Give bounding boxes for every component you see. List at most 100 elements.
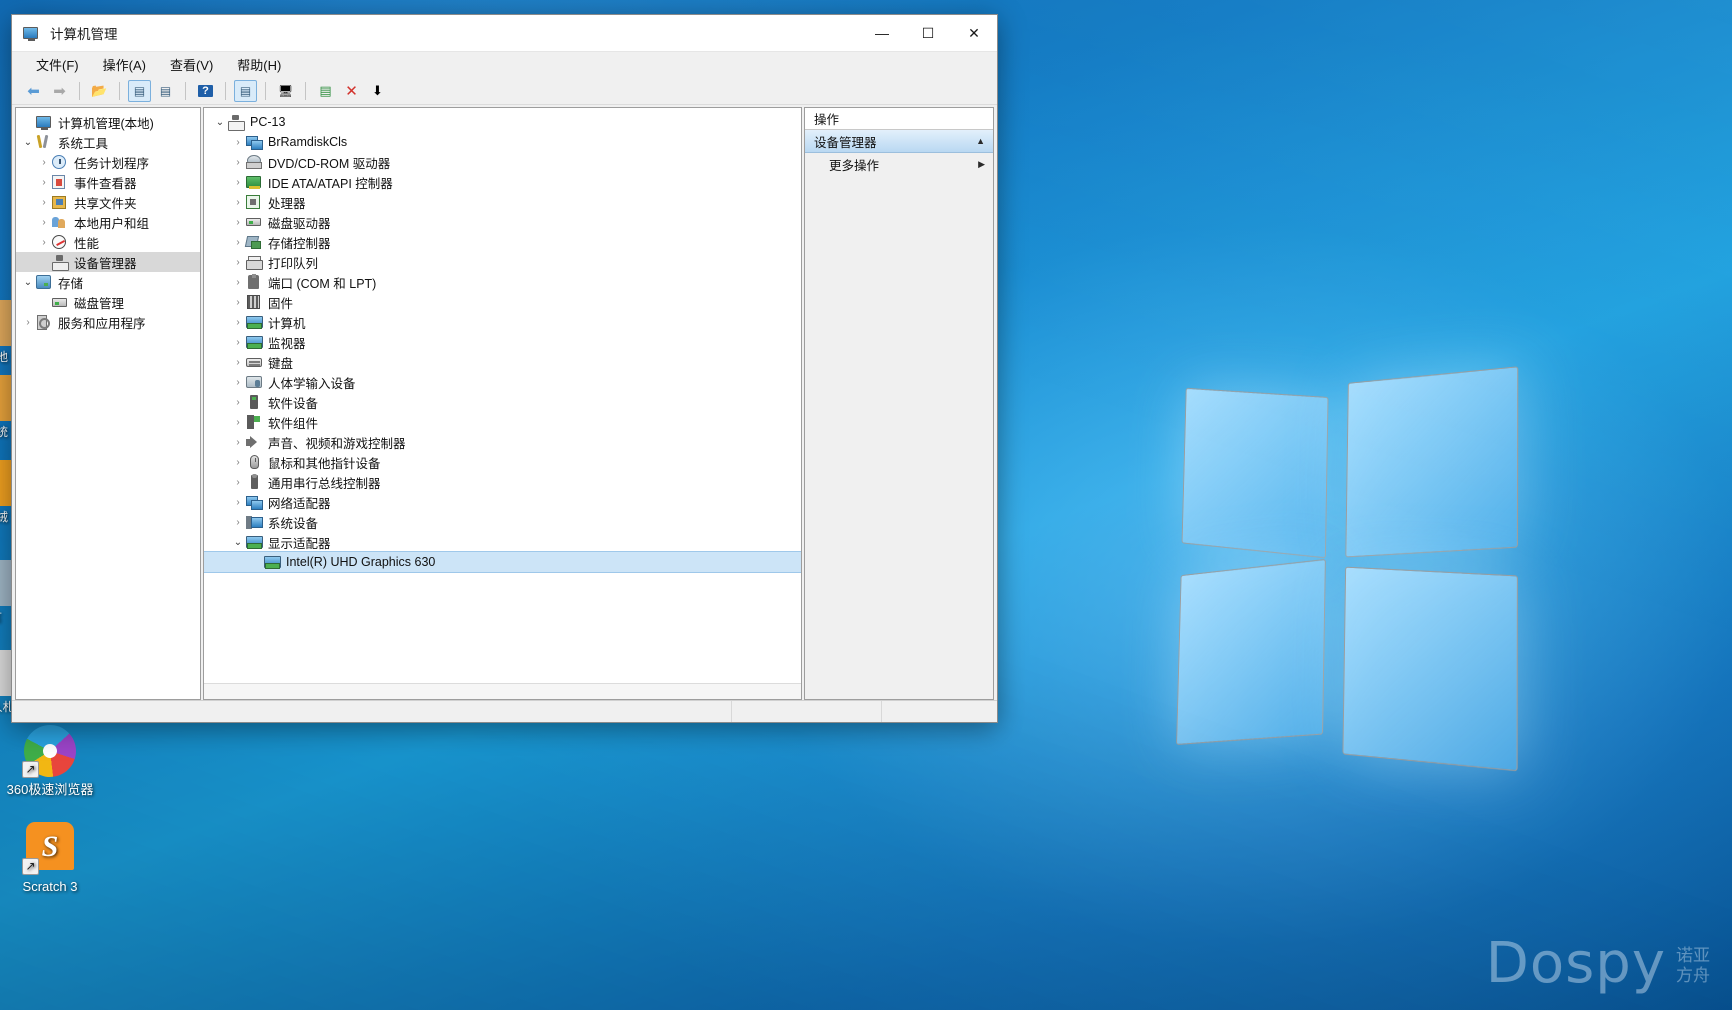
chevron-down-icon[interactable]: ⌄: [230, 537, 246, 548]
tree-item[interactable]: › 服务和应用程序: [16, 312, 200, 332]
tree-item[interactable]: › 软件组件: [204, 412, 801, 432]
tree-item[interactable]: › 软件设备: [204, 392, 801, 412]
chevron-right-icon[interactable]: ›: [230, 237, 246, 248]
device-tree-pane: ⌄ PC-13 › BrRamdiskCls › DVD/CD-ROM 驱动器 › IDE A…: [203, 107, 802, 700]
menu-view[interactable]: 查看(V): [160, 52, 223, 77]
chevron-down-icon[interactable]: ⌄: [212, 117, 228, 128]
chevron-right-icon[interactable]: ›: [230, 397, 246, 408]
tree-item[interactable]: ⌄ 显示适配器: [204, 532, 801, 552]
tree-item[interactable]: 设备管理器: [16, 252, 200, 272]
close-button[interactable]: ✕: [951, 15, 997, 51]
help-icon[interactable]: ?: [194, 80, 217, 102]
chevron-right-icon[interactable]: ›: [230, 437, 246, 448]
tree-item[interactable]: ⌄ 系统工具: [16, 132, 200, 152]
chevron-right-icon[interactable]: ›: [230, 257, 246, 268]
tree-item-label: 鼠标和其他指针设备: [268, 456, 381, 471]
tree-item[interactable]: › 共享文件夹: [16, 192, 200, 212]
update-driver-icon[interactable]: ▤: [314, 80, 337, 102]
chevron-right-icon[interactable]: ›: [230, 477, 246, 488]
chevron-right-icon[interactable]: ›: [20, 317, 36, 328]
tree-item[interactable]: › 磁盘驱动器: [204, 212, 801, 232]
window-titlebar[interactable]: 计算机管理 — ☐ ✕: [12, 15, 997, 52]
chevron-right-icon[interactable]: ›: [36, 197, 52, 208]
tree-item[interactable]: › 声音、视频和游戏控制器: [204, 432, 801, 452]
properties-icon[interactable]: ▤: [154, 80, 177, 102]
chevron-down-icon[interactable]: ⌄: [20, 277, 36, 288]
tree-item[interactable]: › 键盘: [204, 352, 801, 372]
chevron-right-icon[interactable]: ›: [36, 217, 52, 228]
horizontal-scrollbar[interactable]: [204, 683, 801, 699]
tree-item[interactable]: › 任务计划程序: [16, 152, 200, 172]
tree-item[interactable]: › 性能: [16, 232, 200, 252]
status-bar-cell-2: [882, 701, 997, 722]
tree-item[interactable]: › 存储控制器: [204, 232, 801, 252]
chevron-right-icon[interactable]: ›: [230, 377, 246, 388]
tree-item[interactable]: ⌄ PC-13: [204, 112, 801, 132]
chevron-right-icon[interactable]: ›: [36, 177, 52, 188]
back-icon[interactable]: ⬅: [22, 80, 45, 102]
show-details-icon[interactable]: ▤: [234, 79, 257, 102]
desktop-icon-360-browser[interactable]: ↗ 360极速浏览器: [2, 720, 98, 797]
disable-device-icon[interactable]: ✕: [340, 80, 363, 102]
chevron-right-icon[interactable]: ›: [36, 237, 52, 248]
chevron-right-icon[interactable]: ›: [230, 297, 246, 308]
tree-item[interactable]: › 打印队列: [204, 252, 801, 272]
chevron-right-icon[interactable]: ›: [230, 197, 246, 208]
maximize-button[interactable]: ☐: [905, 15, 951, 51]
tree-item[interactable]: › BrRamdiskCls: [204, 132, 801, 152]
tree-item[interactable]: › 端口 (COM 和 LPT): [204, 272, 801, 292]
chevron-right-icon[interactable]: ›: [230, 277, 246, 288]
tree-item[interactable]: › 系统设备: [204, 512, 801, 532]
device-tree-list[interactable]: ⌄ PC-13 › BrRamdiskCls › DVD/CD-ROM 驱动器 › IDE A…: [204, 108, 801, 683]
chevron-right-icon[interactable]: ›: [230, 317, 246, 328]
scan-hardware-icon[interactable]: 🖥: [274, 80, 297, 102]
chevron-right-icon[interactable]: ›: [230, 217, 246, 228]
tree-item[interactable]: 磁盘管理: [16, 292, 200, 312]
chevron-right-icon[interactable]: ›: [230, 177, 246, 188]
chevron-right-icon[interactable]: ›: [230, 157, 246, 168]
actions-section-device-manager[interactable]: 设备管理器 ▲: [805, 130, 993, 153]
tree-item[interactable]: › 监视器: [204, 332, 801, 352]
tree-item[interactable]: 计算机管理(本地): [16, 112, 200, 132]
chevron-right-icon[interactable]: ›: [36, 157, 52, 168]
menu-bar: 文件(F) 操作(A) 查看(V) 帮助(H): [12, 52, 997, 77]
forward-icon[interactable]: ➡: [48, 80, 71, 102]
netdev-icon: [246, 494, 263, 510]
tree-item[interactable]: › 网络适配器: [204, 492, 801, 512]
tree-item[interactable]: › 计算机: [204, 312, 801, 332]
tree-item[interactable]: › 通用串行总线控制器: [204, 472, 801, 492]
tree-item[interactable]: › 事件查看器: [16, 172, 200, 192]
tree-item[interactable]: › 人体学输入设备: [204, 372, 801, 392]
chevron-up-icon[interactable]: ▲: [976, 136, 985, 146]
action-item-more-actions[interactable]: 更多操作 ▶: [805, 153, 993, 175]
download-icon[interactable]: ⬇: [366, 80, 389, 102]
chevron-right-icon[interactable]: ›: [230, 417, 246, 428]
chevron-right-icon[interactable]: ›: [230, 517, 246, 528]
chevron-right-icon[interactable]: ›: [230, 137, 246, 148]
tree-item[interactable]: Intel(R) UHD Graphics 630: [204, 551, 801, 573]
tree-item[interactable]: › DVD/CD-ROM 驱动器: [204, 152, 801, 172]
chevron-down-icon[interactable]: ⌄: [20, 137, 36, 148]
actions-section-label: 设备管理器: [814, 135, 877, 150]
tree-item[interactable]: › 处理器: [204, 192, 801, 212]
menu-file[interactable]: 文件(F): [26, 52, 89, 77]
console-tree-list[interactable]: 计算机管理(本地) ⌄ 系统工具 › 任务计划程序 › 事件查看器 › 共享文件夹 › 本地用户和组…: [16, 108, 200, 699]
chevron-right-icon[interactable]: ›: [230, 457, 246, 468]
up-folder-icon[interactable]: 📂: [88, 80, 111, 102]
tree-item[interactable]: › 固件: [204, 292, 801, 312]
chevron-right-icon[interactable]: ›: [230, 497, 246, 508]
chevron-right-icon[interactable]: ›: [230, 357, 246, 368]
tree-item-label: 磁盘管理: [74, 296, 125, 311]
minimize-button[interactable]: —: [859, 15, 905, 51]
desktop-icon-scratch3[interactable]: S ↗ Scratch 3: [2, 820, 98, 894]
menu-action[interactable]: 操作(A): [93, 52, 156, 77]
tree-item[interactable]: › 本地用户和组: [16, 212, 200, 232]
chevron-right-icon[interactable]: ›: [230, 337, 246, 348]
show-hide-tree-icon[interactable]: ▤: [128, 79, 151, 102]
tree-item-label: 计算机: [268, 316, 306, 331]
tree-item[interactable]: ⌄ 存储: [16, 272, 200, 292]
tree-item[interactable]: › 鼠标和其他指针设备: [204, 452, 801, 472]
scratch3-icon: S ↗: [22, 822, 76, 875]
tree-item[interactable]: › IDE ATA/ATAPI 控制器: [204, 172, 801, 192]
menu-help[interactable]: 帮助(H): [227, 52, 291, 77]
